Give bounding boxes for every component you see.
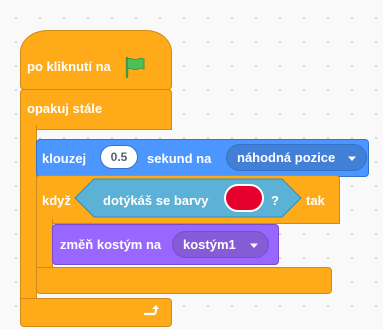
seconds-value: 0.5 (110, 150, 128, 164)
forever-block-label: opakuj stále (27, 101, 103, 116)
hat-block-label: po kliknutí na (27, 59, 111, 74)
switch-costume-label: změň kostým na (60, 237, 162, 252)
seconds-input[interactable]: 0.5 (100, 145, 138, 169)
glide-label-after: sekund na (147, 151, 212, 166)
if-then-block-bottom[interactable] (36, 267, 332, 294)
scratch-code-area: { "colors": { "control": "#ffab19", "con… (0, 0, 383, 329)
glide-target-value: náhodná pozice (237, 150, 336, 165)
color-picker-swatch[interactable] (224, 184, 264, 212)
touching-color-label: dotýkáš se barvy (103, 193, 209, 208)
loop-arrow-icon (142, 302, 160, 320)
costume-value: kostým1 (183, 237, 236, 252)
glide-target-dropdown[interactable]: náhodná pozice (226, 144, 367, 171)
glide-label-before: klouzej (42, 151, 87, 166)
green-flag-icon (123, 55, 147, 79)
chevron-down-icon (250, 243, 258, 248)
touching-color-question: ? (271, 193, 279, 208)
if-then-block-arm (36, 219, 53, 271)
chevron-down-icon (348, 156, 356, 161)
forever-block-arm (20, 125, 37, 308)
costume-dropdown[interactable]: kostým1 (172, 231, 269, 258)
if-label: když (42, 193, 71, 208)
then-label: tak (306, 193, 325, 208)
